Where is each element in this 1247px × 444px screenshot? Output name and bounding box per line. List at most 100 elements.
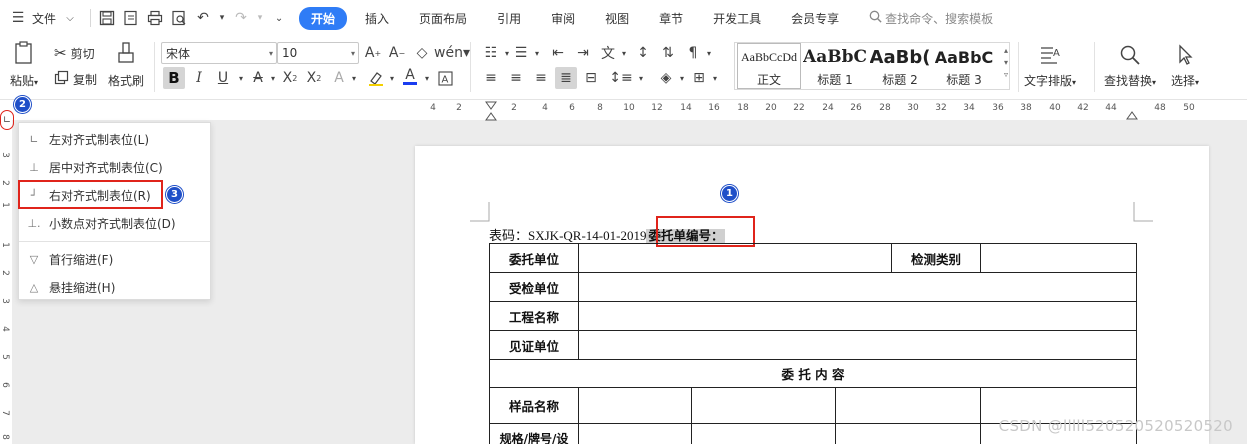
file-menu[interactable]: 文件 <box>32 10 56 27</box>
undo-dropdown-icon[interactable]: ▾ <box>217 8 227 28</box>
chevron-down-icon[interactable]: ▾ <box>632 69 650 87</box>
table-cell[interactable]: 委 托 内 容 <box>489 359 1137 388</box>
phonetic-guide-icon[interactable]: wén▾ <box>434 44 470 62</box>
tab-7[interactable]: 开发工具 <box>701 7 773 30</box>
table-cell[interactable]: 工程名称 <box>489 301 579 331</box>
clear-format-icon[interactable]: ◇ <box>413 44 431 62</box>
chevron-down-icon[interactable]: ▾ <box>615 44 633 62</box>
save-icon[interactable] <box>97 8 117 28</box>
table-cell[interactable] <box>578 330 1137 360</box>
table-cell[interactable] <box>578 272 1137 302</box>
table-cell[interactable] <box>578 423 692 444</box>
copy-button[interactable]: 复制 <box>54 70 97 88</box>
align-left-icon[interactable]: ≡ <box>482 69 500 87</box>
font-size-select[interactable]: 10 ▾ <box>277 42 359 64</box>
table-cell[interactable] <box>980 243 1137 273</box>
sort-icon[interactable]: ⇅ <box>659 44 677 62</box>
select-button[interactable]: 选择▾ <box>1171 42 1199 89</box>
first-line-indent-marker[interactable] <box>485 101 497 121</box>
style-heading-3[interactable]: AaBbC 标题 3 <box>932 43 996 89</box>
command-search[interactable]: 查找命令、搜索模板 <box>869 10 993 27</box>
table-cell[interactable] <box>578 387 692 424</box>
char-border-icon[interactable]: A <box>436 69 454 87</box>
chevron-down-icon[interactable]: ▾ <box>528 44 546 62</box>
paste-button[interactable]: 粘贴▾ <box>10 40 38 89</box>
grow-font-icon[interactable]: A + <box>364 44 382 62</box>
export-pdf-icon[interactable] <box>121 8 141 28</box>
horizontal-ruler[interactable]: 4 2 2 4 6 8 10 12 14 16 18 20 22 24 26 28 30 32 34 36 38 40 42… <box>415 100 1209 121</box>
bold-icon[interactable]: B <box>163 67 185 89</box>
table-cell[interactable] <box>691 423 836 444</box>
dropdown-item-decimal-tab[interactable]: ⊥. 小数点对齐式制表位(D) <box>19 209 210 237</box>
text-layout-button[interactable]: A 文字排版▾ <box>1024 42 1076 89</box>
hamburger-icon[interactable]: ☰ <box>8 8 28 28</box>
entrust-table[interactable]: 委托单位 检测类别 受检单位 工程名称 见证单位 委 托 内 容 样品名称 规格… <box>489 243 1137 444</box>
style-normal[interactable]: AaBbCcDd 正文 <box>737 43 801 89</box>
format-painter-button[interactable]: 格式刷 <box>108 40 144 89</box>
tab-4[interactable]: 审阅 <box>539 7 587 30</box>
tab-8[interactable]: 会员专享 <box>779 7 851 30</box>
cut-button[interactable]: ✂ 剪切 <box>54 44 95 62</box>
text-direction-icon[interactable]: ↕ <box>634 44 652 62</box>
decrease-indent-icon[interactable]: ⇤ <box>549 44 567 62</box>
table-cell[interactable] <box>835 387 981 424</box>
align-center-icon[interactable]: ≡ <box>507 69 525 87</box>
table-cell[interactable] <box>578 301 1137 331</box>
table-cell[interactable]: 规格/牌号/设 <box>489 423 579 444</box>
increase-indent-icon[interactable]: ⇥ <box>574 44 592 62</box>
tab-6[interactable]: 章节 <box>647 7 695 30</box>
more-styles-icon[interactable]: ▿ <box>1004 69 1008 81</box>
chevron-down-icon[interactable]: ▾ <box>383 69 401 87</box>
tab-1[interactable]: 插入 <box>353 7 401 30</box>
align-right-icon[interactable]: ≡ <box>532 69 550 87</box>
distribute-icon[interactable]: ⊟ <box>582 69 600 87</box>
tab-2[interactable]: 页面布局 <box>407 7 479 30</box>
table-cell[interactable]: 见证单位 <box>489 330 579 360</box>
chevron-down-icon[interactable]: ▾ <box>264 69 282 87</box>
print-preview-icon[interactable] <box>169 8 189 28</box>
shrink-font-icon[interactable]: A − <box>388 44 406 62</box>
style-heading-1[interactable]: AaBbC 标题 1 <box>802 43 868 89</box>
redo-icon[interactable]: ↷ <box>231 8 251 28</box>
tab-3[interactable]: 引用 <box>485 7 533 30</box>
right-indent-marker[interactable] <box>1126 106 1138 120</box>
subscript-icon[interactable]: X2 <box>305 69 323 87</box>
chevron-down-icon[interactable]: ▾ <box>673 69 691 87</box>
justify-icon[interactable]: ≣ <box>555 67 577 89</box>
quick-access-more-icon[interactable]: ⌄ <box>269 8 289 28</box>
font-color-icon[interactable]: A <box>401 67 419 85</box>
table-cell[interactable]: 受检单位 <box>489 272 579 302</box>
chevron-down-icon[interactable]: ▾ <box>232 69 250 87</box>
chevron-down-icon[interactable]: ▾ <box>418 69 436 87</box>
dropdown-item-hanging-indent[interactable]: △ 悬挂缩进(H) <box>19 273 210 301</box>
table-cell[interactable]: 委托单位 <box>489 243 579 273</box>
undo-icon[interactable]: ↶ <box>193 8 213 28</box>
dropdown-item-center-tab[interactable]: ⊥ 居中对齐式制表位(C) <box>19 153 210 181</box>
table-cell[interactable] <box>835 423 981 444</box>
chevron-down-icon[interactable]: ▾ <box>1004 57 1008 69</box>
styles-scroll[interactable]: ▴ ▾ ▿ <box>1004 45 1008 81</box>
tab-0[interactable]: 开始 <box>299 6 348 30</box>
tab-5[interactable]: 视图 <box>593 7 641 30</box>
dropdown-item-left-tab[interactable]: ∟ 左对齐式制表位(L) <box>19 125 210 153</box>
print-icon[interactable] <box>145 8 165 28</box>
chevron-down-icon[interactable]: ▾ <box>706 69 724 87</box>
table-cell[interactable] <box>691 387 836 424</box>
redo-dropdown-icon[interactable]: ▾ <box>255 8 265 28</box>
chevron-down-icon[interactable]: ▾ <box>345 69 363 87</box>
underline-icon[interactable]: U <box>214 69 232 87</box>
italic-icon[interactable]: I <box>190 69 208 87</box>
tab-type-selector[interactable]: ∟ <box>0 110 14 130</box>
chevron-up-icon[interactable]: ▴ <box>1004 45 1008 57</box>
superscript-icon[interactable]: X2 <box>281 69 299 87</box>
table-cell[interactable]: 检测类别 <box>891 243 981 273</box>
table-cell[interactable]: 样品名称 <box>489 387 579 424</box>
chevron-down-icon[interactable]: ⌵ <box>60 8 80 28</box>
table-cell[interactable] <box>578 243 892 273</box>
style-heading-2[interactable]: AaBb( 标题 2 <box>868 43 932 89</box>
find-replace-button[interactable]: 查找替换▾ <box>1104 42 1156 89</box>
font-name-select[interactable]: 宋体 ▾ <box>161 42 277 64</box>
chevron-down-icon[interactable]: ▾ <box>700 44 718 62</box>
line-spacing-icon[interactable]: ↕≡ <box>609 69 632 87</box>
dropdown-item-first-line-indent[interactable]: ▽ 首行缩进(F) <box>19 245 210 273</box>
